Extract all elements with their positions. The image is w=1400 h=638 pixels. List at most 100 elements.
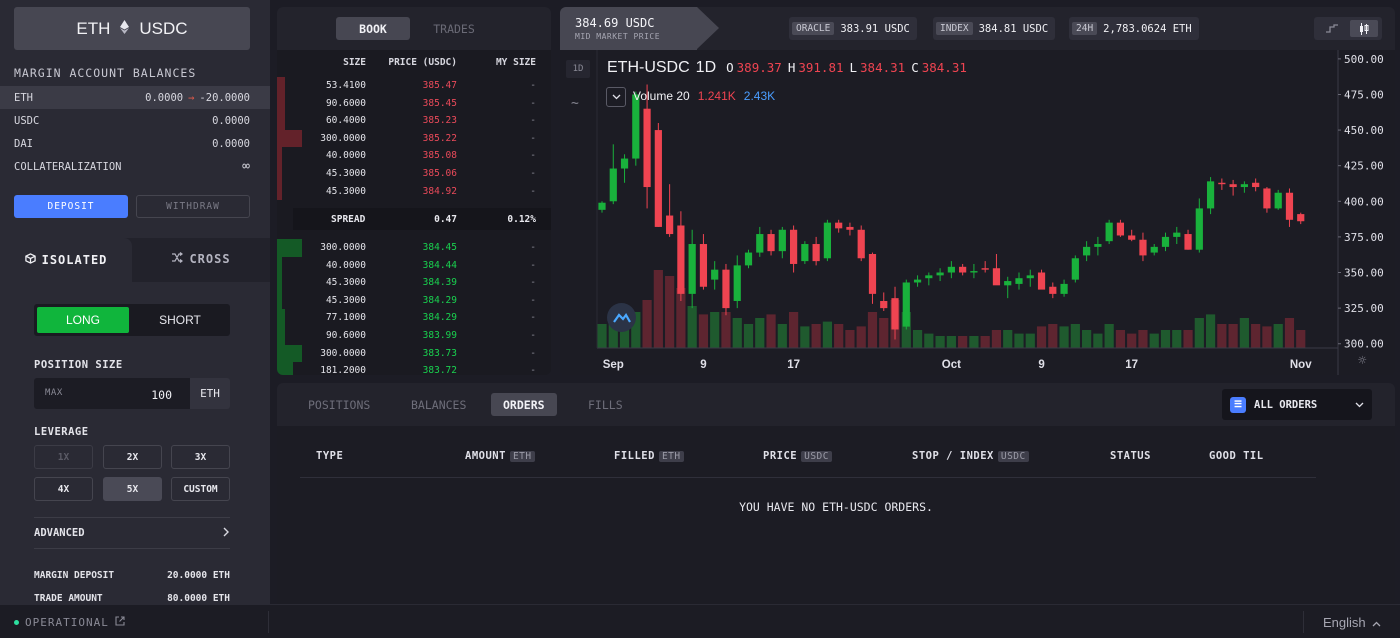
my-size: - xyxy=(530,97,536,109)
short-button[interactable]: SHORT xyxy=(133,307,227,333)
order-size: 90.6000 xyxy=(325,97,366,109)
status-link[interactable]: OPERATIONAL xyxy=(14,616,125,629)
col-amount[interactable]: AMOUNT ETH xyxy=(465,450,535,462)
bid-row[interactable]: 300.0000 384.45 - xyxy=(277,239,551,257)
volume-bar xyxy=(1149,333,1159,348)
tab-book[interactable]: BOOK xyxy=(336,17,410,40)
balance-row-dai: DAI 0.0000 xyxy=(0,132,270,155)
order-size: 300.0000 xyxy=(320,347,366,359)
candle xyxy=(1285,188,1294,227)
market-selector[interactable]: ETH USDC xyxy=(14,7,250,50)
bid-row[interactable]: 45.3000 384.39 - xyxy=(277,274,551,292)
balance-label: ETH xyxy=(14,91,33,104)
max-button[interactable]: MAX xyxy=(45,388,63,398)
bid-row[interactable]: 90.6000 383.99 - xyxy=(277,327,551,345)
volume-bar xyxy=(597,324,607,348)
depth-bar xyxy=(277,309,286,327)
position-size-unit[interactable]: ETH xyxy=(190,378,230,409)
ask-row[interactable]: 45.3000 384.92 - xyxy=(277,182,551,201)
withdraw-button[interactable]: WITHDRAW xyxy=(136,195,250,218)
col-unit: USDC xyxy=(997,450,1029,462)
interval-button[interactable]: 1D xyxy=(566,60,590,78)
ask-row[interactable]: 53.4100 385.47 - xyxy=(277,77,551,95)
depth-bar xyxy=(277,327,286,345)
candlestick-chart-icon[interactable] xyxy=(1350,20,1378,37)
volume-bar xyxy=(912,330,923,348)
orders-filter-dropdown[interactable]: ☰ ALL ORDERS xyxy=(1222,389,1372,420)
volume-bar xyxy=(1172,330,1182,348)
tab-positions[interactable]: POSITIONS xyxy=(296,393,382,416)
col-status[interactable]: STATUS xyxy=(1110,450,1151,462)
leverage-custom-button[interactable]: CUSTOM xyxy=(171,477,230,501)
tab-orders[interactable]: ORDERS xyxy=(491,393,557,416)
tab-cross[interactable]: CROSS xyxy=(132,238,270,279)
leverage-5x-button[interactable]: 5X xyxy=(103,477,162,501)
ask-row[interactable]: 300.0000 385.22 - xyxy=(277,129,551,148)
advanced-toggle[interactable]: ADVANCED xyxy=(34,517,230,549)
volume-bar xyxy=(1059,326,1069,348)
volume-bar xyxy=(1160,330,1171,348)
balance-row-eth: ETH 0.0000 → -20.0000 xyxy=(0,86,270,109)
col-price[interactable]: PRICE USDC xyxy=(763,450,832,462)
ask-row[interactable]: 45.3000 385.06 - xyxy=(277,165,551,183)
tab-trades[interactable]: TRADES xyxy=(417,17,491,40)
col-type[interactable]: TYPE xyxy=(316,450,343,462)
leverage-3x-button[interactable]: 3X xyxy=(171,445,230,469)
bid-row[interactable]: 300.0000 383.73 - xyxy=(277,344,551,363)
volume-bar xyxy=(845,330,855,348)
candle xyxy=(970,263,978,279)
order-size: 40.0000 xyxy=(325,150,366,162)
order-price: 383.72 xyxy=(422,365,457,375)
deposit-button[interactable]: DEPOSIT xyxy=(14,195,128,218)
order-size: 90.6000 xyxy=(325,330,366,341)
order-price: 383.99 xyxy=(422,330,457,341)
balances-title: MARGIN ACCOUNT BALANCES xyxy=(14,66,197,80)
bid-row[interactable]: 77.1000 384.29 - xyxy=(277,309,551,327)
bid-row[interactable]: 181.2000 383.72 - xyxy=(277,362,551,375)
time-tick: 17 xyxy=(787,359,800,371)
my-size: - xyxy=(530,115,536,127)
summary-value: 20.0000 ETH xyxy=(167,570,230,581)
language-selector[interactable]: English xyxy=(1323,615,1381,630)
bid-row[interactable]: 40.0000 384.44 - xyxy=(277,256,551,275)
volume-24h-stat: 24H 2,783.0624 ETH xyxy=(1069,17,1199,40)
volume-bar xyxy=(777,324,787,348)
ask-row[interactable]: 60.4000 385.23 - xyxy=(277,112,551,130)
col-filled[interactable]: FILLED ETH xyxy=(614,450,684,462)
volume-bar xyxy=(1082,330,1092,348)
leverage-4x-button[interactable]: 4X xyxy=(34,477,93,501)
leverage-2x-button[interactable]: 2X xyxy=(103,445,162,469)
leverage-1x-button[interactable]: 1X xyxy=(34,445,93,469)
ask-row[interactable]: 90.6000 385.45 - xyxy=(277,94,551,113)
long-button[interactable]: LONG xyxy=(37,307,129,333)
my-size: - xyxy=(530,80,536,91)
tab-balances[interactable]: BALANCES xyxy=(399,393,478,416)
price-tick: 325.00 xyxy=(1344,302,1384,315)
volume-bar xyxy=(642,300,652,348)
my-size: - xyxy=(530,365,536,375)
candlestick-chart[interactable]: 500.00 475.00 450.00 425.00 400.00 375.00 350.… xyxy=(560,50,1395,375)
header-size: SIZE xyxy=(343,57,366,68)
col-good-til[interactable]: GOOD TIL xyxy=(1209,450,1264,462)
line-chart-icon[interactable] xyxy=(1318,20,1346,37)
chevron-down-icon xyxy=(612,94,620,100)
collapse-legend-button[interactable] xyxy=(606,87,626,107)
indicator-icon[interactable]: ∼ xyxy=(571,96,579,111)
tab-fills[interactable]: FILLS xyxy=(576,393,635,416)
col-stop-index[interactable]: STOP / INDEX USDC xyxy=(912,450,1029,462)
tab-isolated[interactable]: ISOLATED xyxy=(0,238,132,282)
ask-row[interactable]: 40.0000 385.08 - xyxy=(277,147,551,165)
volume-bar xyxy=(800,326,810,348)
depth-bar xyxy=(277,147,283,165)
order-size: 45.3000 xyxy=(325,168,366,179)
spread-row: SPREAD 0.47 0.12% xyxy=(293,208,551,230)
chart-settings-icon[interactable]: ☼ xyxy=(1358,353,1366,369)
candle xyxy=(722,263,730,316)
tradingview-logo[interactable] xyxy=(607,303,636,332)
my-size: - xyxy=(530,330,536,341)
candle xyxy=(812,236,820,266)
volume-bar xyxy=(1115,330,1126,348)
bid-row[interactable]: 45.3000 384.29 - xyxy=(277,291,551,310)
oracle-label: ORACLE xyxy=(792,22,835,35)
mid-market-price: 384.69 USDC xyxy=(575,16,655,30)
